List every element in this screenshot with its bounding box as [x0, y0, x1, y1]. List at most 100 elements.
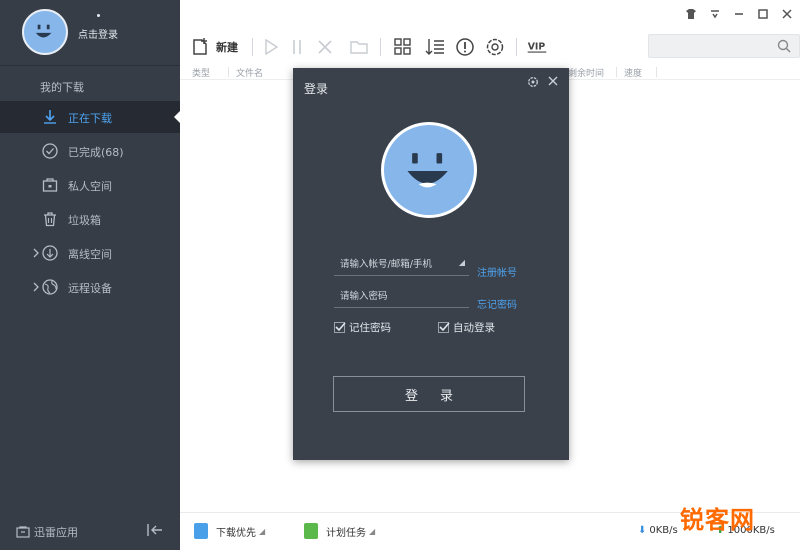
login-link[interactable]: 点击登录: [78, 26, 118, 41]
skin-icon[interactable]: [684, 7, 698, 21]
view-mode-button[interactable]: [392, 35, 414, 59]
search-icon[interactable]: [777, 39, 791, 53]
sidebar-item-label: 垃圾箱: [68, 214, 101, 227]
window-controls: [684, 7, 794, 21]
password-input[interactable]: [334, 286, 456, 306]
column-header-remaining-time[interactable]: 剩余时间: [568, 66, 604, 79]
sidebar-item-remote-device[interactable]: 远程设备: [0, 271, 180, 303]
dialog-close-icon[interactable]: [547, 75, 559, 87]
active-indicator: [174, 111, 180, 123]
scheduled-tasks-button[interactable]: 计划任务 ◢: [304, 523, 375, 539]
open-folder-button[interactable]: [348, 35, 370, 59]
search-input[interactable]: [649, 35, 769, 57]
apps-box-icon: [16, 526, 30, 538]
column-divider[interactable]: [616, 67, 617, 77]
apps-label: 迅雷应用: [34, 526, 78, 539]
start-button[interactable]: [260, 35, 282, 59]
download-speed-value: 0KB/s: [649, 525, 678, 536]
settings-gear-icon: [486, 38, 504, 56]
apps-button[interactable]: 迅雷应用: [16, 524, 78, 540]
speed-limit-icon: [456, 38, 474, 56]
menu-icon[interactable]: [708, 7, 722, 21]
password-field[interactable]: [334, 286, 469, 308]
auto-login-checkbox[interactable]: 自动登录: [438, 320, 495, 335]
toolbar-divider: [252, 38, 253, 56]
schedule-label: 计划任务: [326, 527, 366, 539]
priority-icon: [194, 523, 208, 539]
folder-icon: [350, 41, 368, 54]
sidebar-item-private-space[interactable]: 私人空间: [0, 169, 180, 201]
sidebar-item-downloading[interactable]: 正在下载: [0, 101, 180, 133]
maximize-icon[interactable]: [756, 7, 770, 21]
delete-x-icon: [318, 40, 332, 54]
pause-icon: [293, 40, 301, 54]
login-avatar: [381, 122, 477, 218]
column-header-type[interactable]: 类型: [192, 66, 210, 79]
auto-login-label: 自动登录: [453, 322, 495, 334]
search-box[interactable]: [648, 34, 800, 58]
login-button[interactable]: 登录: [333, 376, 525, 412]
notification-dot: [97, 14, 100, 17]
collapse-sidebar-icon[interactable]: [145, 522, 165, 538]
sidebar-item-offline-space[interactable]: 离线空间: [0, 237, 180, 269]
account-input[interactable]: [334, 254, 456, 274]
speed-limit-button[interactable]: [454, 35, 476, 59]
sidebar-item-label: 已完成(68): [68, 146, 124, 159]
column-divider[interactable]: [656, 67, 657, 77]
checkbox-box[interactable]: [334, 322, 346, 333]
vip-label: VIP: [528, 42, 546, 53]
sidebar-item-completed[interactable]: 已完成(68): [0, 135, 180, 167]
download-speed: ⬇ 0KB/s: [638, 525, 678, 536]
sidebar-item-label: 正在下载: [68, 112, 112, 125]
account-field[interactable]: ◢: [334, 254, 469, 276]
sidebar: 点击登录 我的下载 正在下载 已完成(68) 私人空间 垃圾箱 离线空间 远程设…: [0, 0, 180, 550]
play-icon: [265, 38, 279, 56]
sort-button[interactable]: [424, 35, 446, 59]
vip-badge-icon: VIP: [527, 42, 547, 53]
download-arrow-icon: [44, 110, 56, 124]
delete-button[interactable]: [314, 35, 336, 59]
account-dropdown-icon[interactable]: ◢: [459, 258, 465, 267]
chevron-right-icon[interactable]: [31, 281, 41, 293]
remember-password-label: 记住密码: [349, 322, 391, 334]
checkmark-icon: [439, 322, 450, 332]
sidebar-item-trash[interactable]: 垃圾箱: [0, 203, 180, 235]
sidebar-bottom-bar: 迅雷应用: [0, 508, 180, 550]
globe-icon: [42, 279, 58, 295]
toolbar-divider: [516, 38, 517, 56]
column-divider[interactable]: [228, 67, 229, 77]
vip-button[interactable]: VIP: [526, 35, 548, 59]
avatar[interactable]: [22, 9, 68, 55]
sidebar-item-label: 离线空间: [68, 248, 112, 261]
pause-button[interactable]: [286, 35, 308, 59]
checkmark-icon: [335, 322, 346, 332]
sidebar-item-label: 私人空间: [68, 180, 112, 193]
column-header-speed[interactable]: 速度: [624, 66, 642, 79]
toolbar-divider: [380, 38, 381, 56]
sort-list-icon: [425, 39, 444, 55]
priority-label: 下载优先: [216, 527, 256, 539]
register-account-link[interactable]: 注册帐号: [477, 264, 517, 279]
chevron-right-icon[interactable]: [31, 247, 41, 259]
new-file-icon: [193, 38, 207, 55]
dialog-settings-gear-icon[interactable]: [527, 76, 539, 88]
new-task-button[interactable]: 新建: [190, 35, 238, 59]
smiley-face-icon: [407, 153, 448, 188]
download-priority-button[interactable]: 下载优先 ◢: [194, 523, 265, 539]
section-title-my-downloads: 我的下载: [40, 81, 84, 94]
trash-icon: [44, 212, 56, 227]
dialog-title: 登录: [304, 82, 329, 96]
column-header-filename[interactable]: 文件名: [236, 66, 263, 79]
download-speed-icon: ⬇: [638, 525, 647, 536]
login-dialog: 登录 ◢ 注册帐号 忘记密码 记住密码: [293, 68, 569, 460]
dropdown-caret-icon: ◢: [369, 526, 376, 536]
remember-password-checkbox[interactable]: 记住密码: [334, 320, 391, 335]
minimize-icon[interactable]: [732, 7, 746, 21]
forgot-password-link[interactable]: 忘记密码: [477, 296, 517, 311]
sidebar-item-label: 远程设备: [68, 282, 112, 295]
settings-button[interactable]: [484, 35, 506, 59]
checkbox-box[interactable]: [438, 322, 450, 333]
close-icon[interactable]: [780, 7, 794, 21]
toolbar: 新建 VIP: [180, 30, 800, 64]
cloud-download-icon: [42, 245, 58, 261]
